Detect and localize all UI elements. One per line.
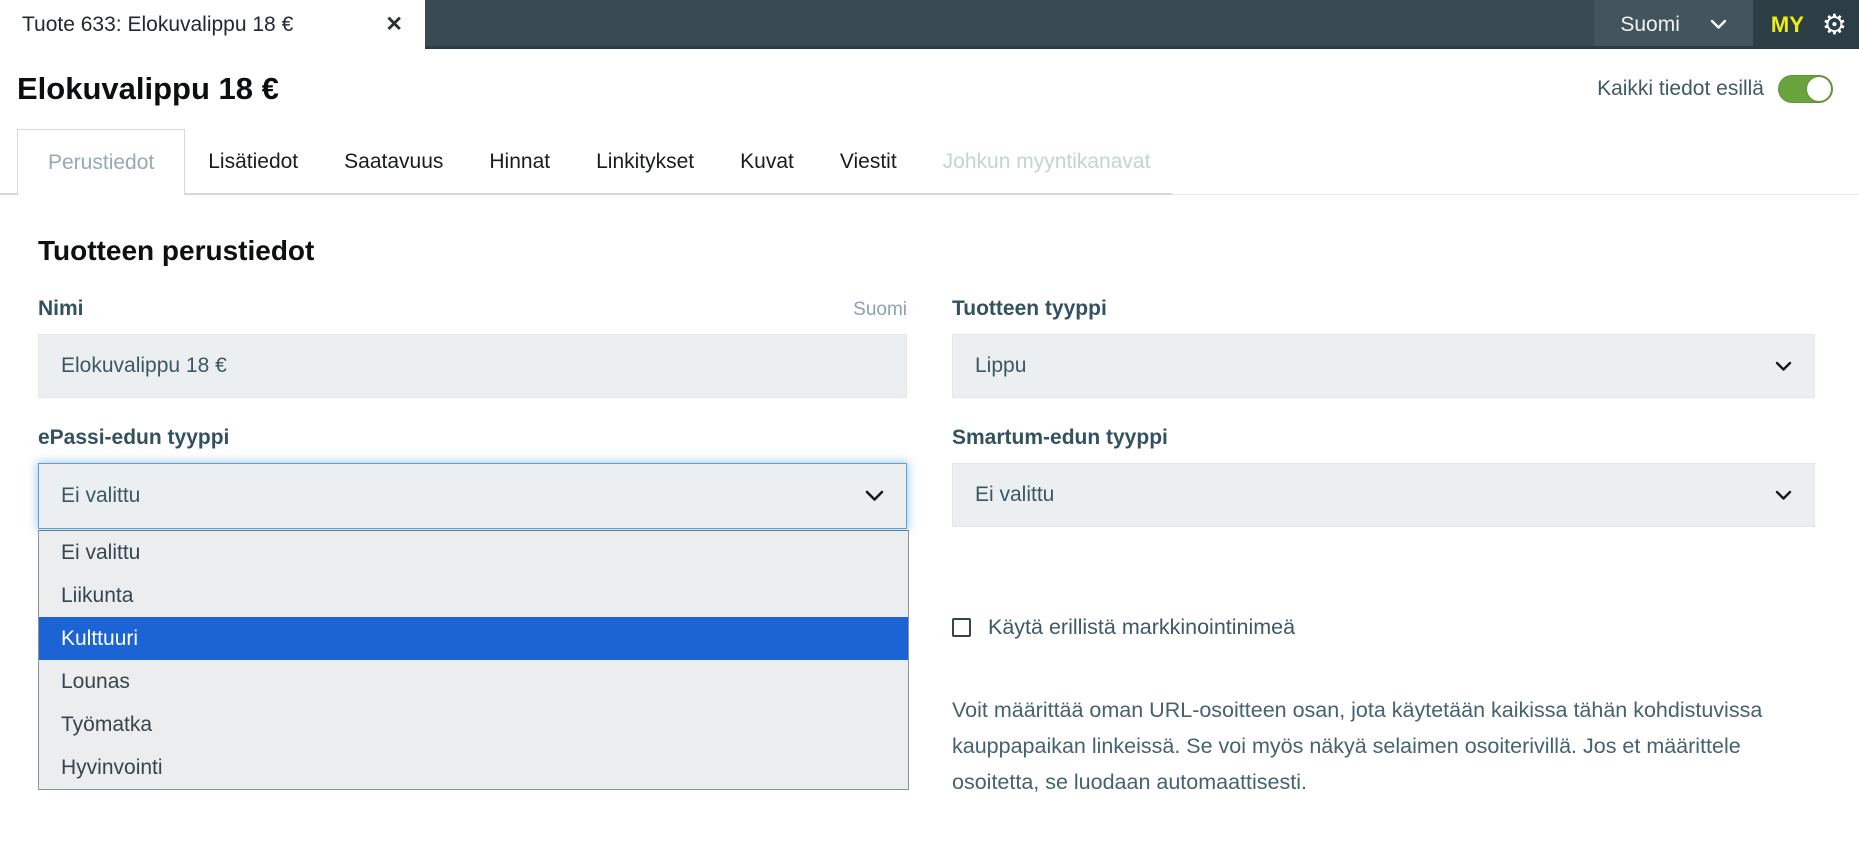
epassi-select-value: Ei valittu	[61, 484, 140, 508]
chevron-down-icon	[865, 490, 884, 502]
page-title: Elokuvalippu 18 €	[17, 71, 279, 107]
user-badge[interactable]: MY	[1771, 12, 1804, 38]
tab-strip: Perustiedot Lisätiedot Saatavuus Hinnat …	[0, 129, 1859, 195]
epassi-field-label: ePassi-edun tyyppi	[38, 426, 229, 450]
tab-perustiedot[interactable]: Perustiedot	[17, 129, 185, 195]
marketing-name-checkbox[interactable]	[952, 618, 971, 637]
epassi-select[interactable]: Ei valittu	[38, 463, 907, 529]
form-left-column: Nimi Suomi ePassi-edun tyyppi Ei valittu…	[38, 297, 907, 800]
tab-lisatiedot[interactable]: Lisätiedot	[185, 129, 321, 195]
url-help-text: Voit määrittää oman URL-osoitteen osan, …	[952, 692, 1815, 800]
name-input[interactable]	[38, 334, 907, 398]
epassi-option-tyomatka[interactable]: Työmatka	[39, 703, 908, 746]
language-label: Suomi	[1620, 13, 1680, 37]
visibility-toggle-label: Kaikki tiedot esillä	[1597, 77, 1764, 101]
epassi-dropdown: Ei valittu Liikunta Kulttuuri Lounas Työ…	[38, 530, 909, 790]
epassi-option-kulttuuri[interactable]: Kulttuuri	[39, 617, 908, 660]
topbar-spacer	[425, 0, 1594, 49]
tab-saatavuus[interactable]: Saatavuus	[321, 129, 466, 195]
visibility-toggle-group: Kaikki tiedot esillä	[1597, 75, 1833, 103]
smartum-field-label: Smartum-edun tyyppi	[952, 426, 1168, 450]
product-tab-title: Tuote 633: Elokuvalippu 18 €	[22, 13, 293, 37]
chevron-down-icon	[1710, 19, 1727, 30]
chevron-down-icon	[1775, 361, 1792, 372]
smartum-select-value: Ei valittu	[975, 483, 1054, 507]
smartum-select[interactable]: Ei valittu	[952, 463, 1815, 527]
product-document-tab[interactable]: Tuote 633: Elokuvalippu 18 € ✕	[0, 0, 425, 49]
tab-hinnat[interactable]: Hinnat	[466, 129, 573, 195]
form-right-column: Tuotteen tyyppi Lippu Smartum-edun tyypp…	[952, 297, 1815, 800]
epassi-option-liikunta[interactable]: Liikunta	[39, 574, 908, 617]
basic-info-form: Nimi Suomi ePassi-edun tyyppi Ei valittu…	[38, 297, 1815, 800]
all-info-toggle[interactable]	[1778, 75, 1833, 103]
section-heading: Tuotteen perustiedot	[38, 235, 1859, 267]
chevron-down-icon	[1775, 490, 1792, 501]
epassi-option-ei-valittu[interactable]: Ei valittu	[39, 531, 908, 574]
tab-linkitykset[interactable]: Linkitykset	[573, 129, 717, 195]
tab-kuvat[interactable]: Kuvat	[717, 129, 817, 195]
epassi-option-lounas[interactable]: Lounas	[39, 660, 908, 703]
product-type-select[interactable]: Lippu	[952, 334, 1815, 398]
tab-myyntikanavat: Johkun myyntikanavat	[920, 129, 1174, 195]
marketing-name-row: Käytä erillistä markkinointinimeä	[952, 615, 1815, 640]
toggle-knob	[1807, 77, 1831, 101]
close-icon[interactable]: ✕	[385, 14, 403, 35]
gear-icon[interactable]: ⚙	[1822, 11, 1847, 39]
product-type-label: Tuotteen tyyppi	[952, 297, 1107, 321]
name-locale-tag: Suomi	[853, 299, 907, 321]
product-type-value: Lippu	[975, 354, 1026, 378]
name-field-label: Nimi	[38, 297, 84, 321]
tab-viestit[interactable]: Viestit	[817, 129, 920, 195]
top-bar: Tuote 633: Elokuvalippu 18 € ✕ Suomi MY …	[0, 0, 1859, 49]
marketing-name-label[interactable]: Käytä erillistä markkinointinimeä	[988, 615, 1295, 640]
language-selector[interactable]: Suomi	[1594, 0, 1753, 49]
epassi-select-wrap: Ei valittu Ei valittu Liikunta Kulttuuri…	[38, 463, 907, 529]
settings-area: MY ⚙	[1753, 0, 1859, 49]
epassi-option-hyvinvointi[interactable]: Hyvinvointi	[39, 746, 908, 789]
page-header: Elokuvalippu 18 € Kaikki tiedot esillä	[0, 49, 1859, 107]
